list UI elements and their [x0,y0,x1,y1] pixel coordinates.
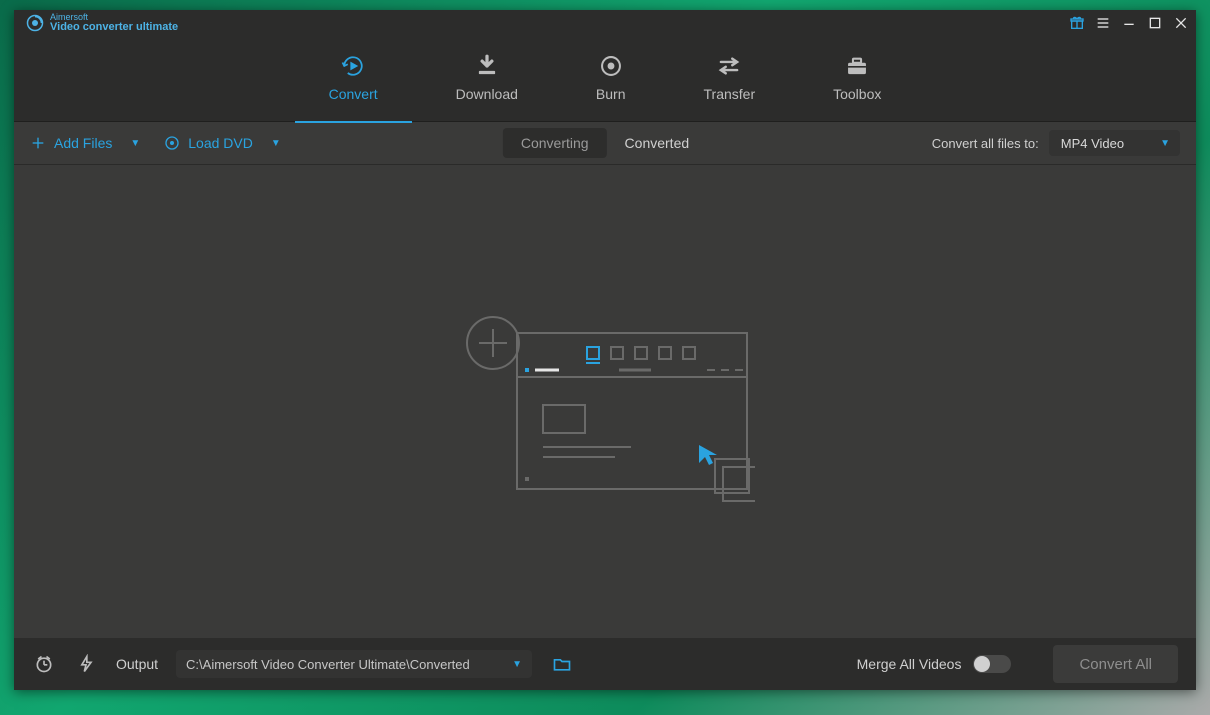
window-controls [1068,14,1190,32]
title-bar: Aimersoft Video converter ultimate [14,10,1196,36]
status-segmented: Converting Converted [503,128,707,158]
minimize-button[interactable] [1120,14,1138,32]
close-button[interactable] [1172,14,1190,32]
convert-to-label: Convert all files to: [932,136,1039,151]
download-icon [473,52,501,80]
nav-download[interactable]: Download [456,52,518,106]
app-logo: Aimersoft Video converter ultimate [26,13,178,33]
merge-toggle[interactable] [973,655,1011,673]
add-files-button[interactable]: Add Files ▼ [30,135,140,151]
transfer-icon [715,52,743,80]
main-nav: Convert Download Burn Transfer Toolbox [14,36,1196,122]
format-dropdown[interactable]: MP4 Video ▼ [1049,130,1180,156]
tab-converted[interactable]: Converted [607,128,708,158]
chevron-down-icon: ▼ [512,659,522,670]
nav-transfer[interactable]: Transfer [704,52,756,106]
nav-toolbox[interactable]: Toolbox [833,52,881,106]
schedule-icon[interactable] [32,652,56,676]
burn-icon [597,52,625,80]
app-window: Aimersoft Video converter ultimate [14,10,1196,690]
drop-area[interactable] [14,165,1196,638]
chevron-down-icon: ▼ [271,138,281,149]
output-path-text: C:\Aimersoft Video Converter Ultimate\Co… [186,657,470,672]
app-logo-icon [26,14,44,32]
hamburger-menu-icon[interactable] [1094,14,1112,32]
convert-all-button[interactable]: Convert All [1053,645,1178,683]
gpu-acceleration-icon[interactable] [74,652,98,676]
nav-label: Download [456,86,518,102]
tab-converting[interactable]: Converting [503,128,607,158]
brand-line2: Video converter ultimate [50,22,178,33]
nav-burn[interactable]: Burn [596,52,626,106]
add-files-label: Add Files [54,135,112,151]
load-dvd-button[interactable]: Load DVD ▼ [164,135,281,151]
format-selected: MP4 Video [1061,136,1124,151]
open-folder-icon[interactable] [550,652,574,676]
drop-illustration [455,307,755,497]
convert-all-to: Convert all files to: MP4 Video ▼ [932,130,1180,156]
maximize-button[interactable] [1146,14,1164,32]
merge-label: Merge All Videos [857,656,962,672]
bottom-bar: Output C:\Aimersoft Video Converter Ulti… [14,638,1196,690]
output-path-dropdown[interactable]: C:\Aimersoft Video Converter Ultimate\Co… [176,650,532,678]
chevron-down-icon: ▼ [1160,138,1170,149]
toolbar: Add Files ▼ Load DVD ▼ Converting Conver… [14,122,1196,165]
merge-videos: Merge All Videos [857,655,1012,673]
nav-label: Toolbox [833,86,881,102]
toolbox-icon [843,52,871,80]
nav-label: Burn [596,86,626,102]
chevron-down-icon: ▼ [130,138,140,149]
nav-label: Convert [329,86,378,102]
nav-label: Transfer [704,86,756,102]
output-label: Output [116,656,158,672]
nav-convert[interactable]: Convert [329,52,378,106]
convert-icon [339,52,367,80]
load-dvd-label: Load DVD [188,135,253,151]
gift-icon[interactable] [1068,14,1086,32]
